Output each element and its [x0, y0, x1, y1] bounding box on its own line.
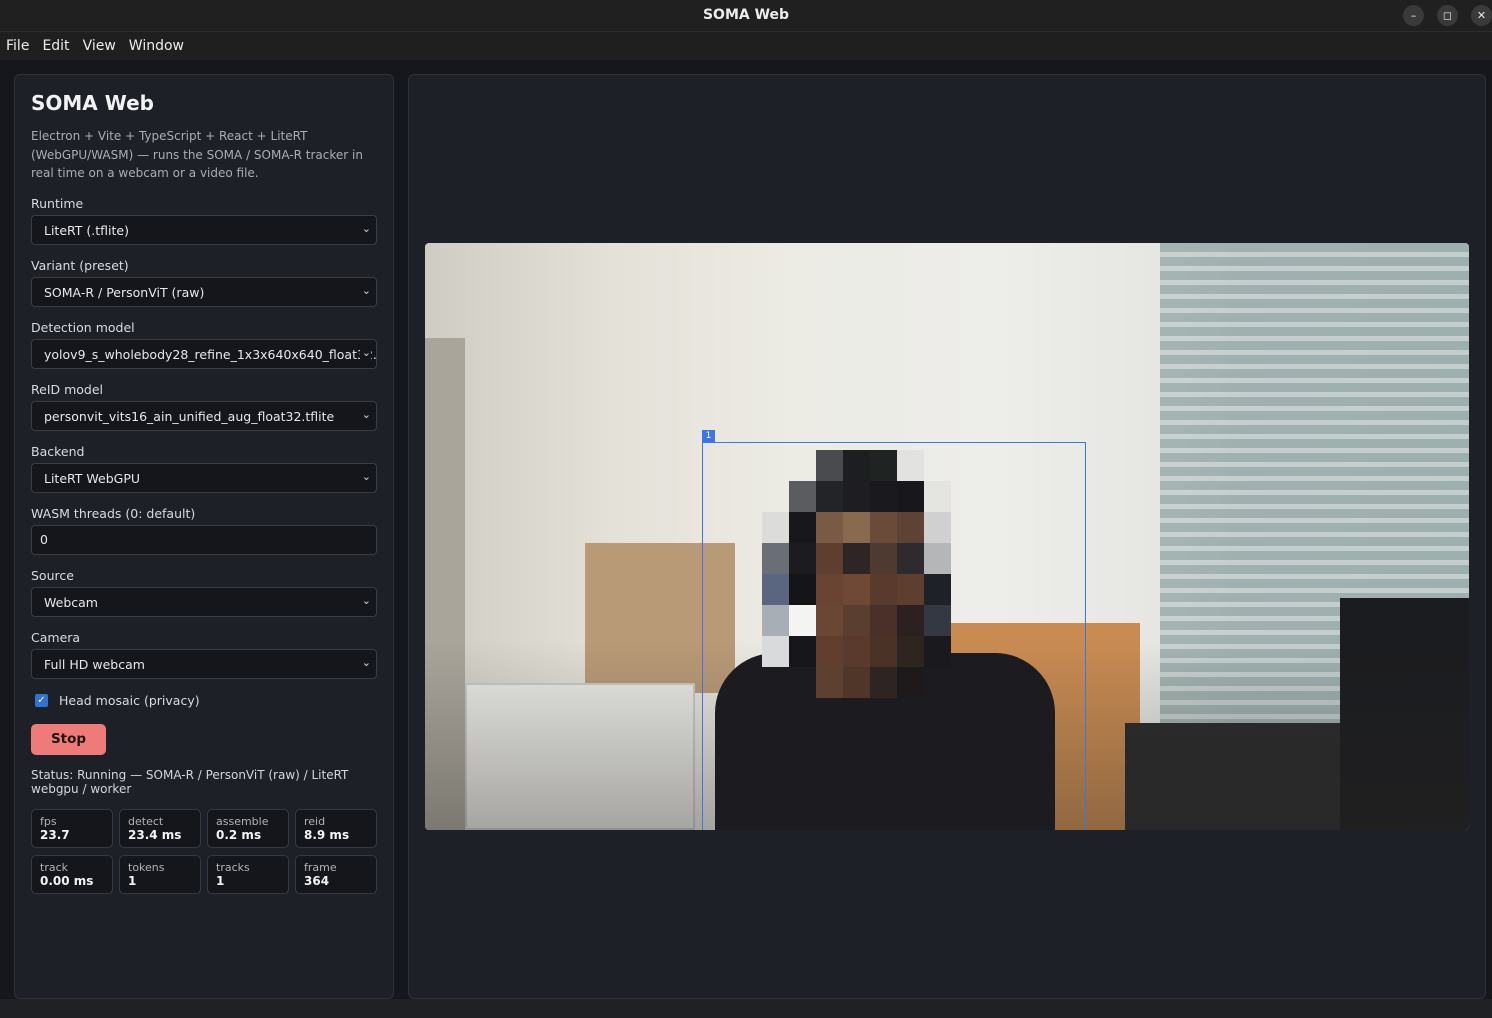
chevron-down-icon: ⌄ [359, 593, 371, 607]
stat-detect: detect 23.4 ms [119, 808, 201, 848]
stop-button[interactable]: Stop [31, 723, 106, 755]
stat-key: tokens [128, 860, 165, 874]
stat-value: 8.9 ms [304, 827, 350, 842]
window-title: SOMA Web [702, 7, 790, 23]
reid-model-select[interactable]: personvit_vits16_ain_unified_aug_float32… [31, 400, 377, 431]
track-id-label: 1 [702, 430, 715, 442]
stat-key: fps [40, 814, 57, 828]
stat-key: tracks [216, 860, 250, 874]
app-description: Electron + Vite + TypeScript + React + L… [31, 129, 363, 180]
background-window-strip [0, 999, 1492, 1018]
reid-model-label: ReID model [31, 381, 104, 397]
detection-model-select[interactable]: yolov9_s_wholebody28_refine_1x3x640x640_… [31, 338, 377, 369]
webcam-video-frame: 1 [425, 243, 1469, 830]
head-mosaic-label: Head mosaic (privacy) [59, 692, 200, 708]
stat-key: detect [128, 814, 164, 828]
runtime-select[interactable]: LiteRT (.tflite) ⌄ [31, 214, 377, 245]
wasm-threads-label: WASM threads (0: default) [31, 505, 196, 521]
menu-view[interactable]: View [83, 38, 116, 54]
stat-value: 0.00 ms [40, 873, 94, 888]
head-mosaic-row: ✓ Head mosaic (privacy) [31, 693, 377, 708]
minimize-button[interactable]: – [1403, 5, 1424, 26]
detection-model-label: Detection model [31, 319, 135, 335]
menu-bar: File Edit View Window [0, 32, 1492, 60]
menu-window[interactable]: Window [129, 38, 184, 54]
runtime-label: Runtime [31, 195, 84, 211]
source-select[interactable]: Webcam ⌄ [31, 586, 377, 617]
track-bounding-box [702, 442, 1086, 830]
menu-file[interactable]: File [6, 38, 29, 54]
maximize-button[interactable]: ◻ [1437, 5, 1458, 26]
variant-label: Variant (preset) [31, 257, 129, 273]
stat-value: 1 [128, 873, 137, 888]
source-value: Webcam [44, 594, 98, 610]
app-content: SOMA Web Electron + Vite + TypeScript + … [0, 60, 1492, 1018]
wasm-threads-input[interactable]: 0 [31, 524, 377, 555]
stat-tokens: tokens 1 [119, 854, 201, 894]
backend-value: LiteRT WebGPU [44, 470, 141, 486]
camera-select[interactable]: Full HD webcam ⌄ [31, 648, 377, 679]
chevron-down-icon: ⌄ [359, 345, 371, 359]
backend-label: Backend [31, 443, 85, 459]
control-panel: SOMA Web Electron + Vite + TypeScript + … [14, 74, 394, 999]
camera-label: Camera [31, 629, 81, 645]
camera-value: Full HD webcam [44, 656, 145, 672]
stat-frame: frame 364 [295, 854, 377, 894]
stat-track: track 0.00 ms [31, 854, 113, 894]
runtime-value: LiteRT (.tflite) [44, 222, 129, 238]
backend-select[interactable]: LiteRT WebGPU ⌄ [31, 462, 377, 493]
detection-model-value: yolov9_s_wholebody28_refine_1x3x640x640_… [44, 346, 377, 362]
stat-key: reid [304, 814, 326, 828]
stat-key: frame [304, 860, 337, 874]
chevron-down-icon: ⌄ [359, 655, 371, 669]
close-button[interactable]: ✕ [1471, 5, 1492, 26]
chevron-down-icon: ⌄ [359, 469, 371, 483]
chevron-down-icon: ⌄ [359, 407, 371, 421]
title-bar: SOMA Web – ◻ ✕ [0, 0, 1492, 32]
source-label: Source [31, 567, 74, 583]
chevron-down-icon: ⌄ [359, 283, 371, 297]
stats-grid: fps 23.7 detect 23.4 ms assemble 0.2 ms … [31, 808, 377, 894]
stat-key: assemble [216, 814, 269, 828]
variant-select[interactable]: SOMA-R / PersonViT (raw) ⌄ [31, 276, 377, 307]
variant-value: SOMA-R / PersonViT (raw) [44, 284, 205, 300]
menu-edit[interactable]: Edit [42, 38, 69, 54]
stat-value: 23.4 ms [128, 827, 182, 842]
stat-value: 364 [304, 873, 330, 888]
reid-model-value: personvit_vits16_ain_unified_aug_float32… [44, 408, 335, 424]
stat-tracks: tracks 1 [207, 854, 289, 894]
stat-reid: reid 8.9 ms [295, 808, 377, 848]
video-viewer-panel: 1 [408, 74, 1486, 999]
stat-value: 1 [216, 873, 225, 888]
stat-fps: fps 23.7 [31, 808, 113, 848]
stat-value: 0.2 ms [216, 827, 262, 842]
stat-key: track [40, 860, 68, 874]
stat-value: 23.7 [40, 827, 70, 842]
head-mosaic-checkbox[interactable]: ✓ [35, 693, 48, 707]
panel-title: SOMA Web [31, 91, 154, 115]
chevron-down-icon: ⌄ [359, 221, 371, 235]
status-text: Status: Running — SOMA-R / PersonViT (ra… [31, 767, 349, 797]
stat-assemble: assemble 0.2 ms [207, 808, 289, 848]
